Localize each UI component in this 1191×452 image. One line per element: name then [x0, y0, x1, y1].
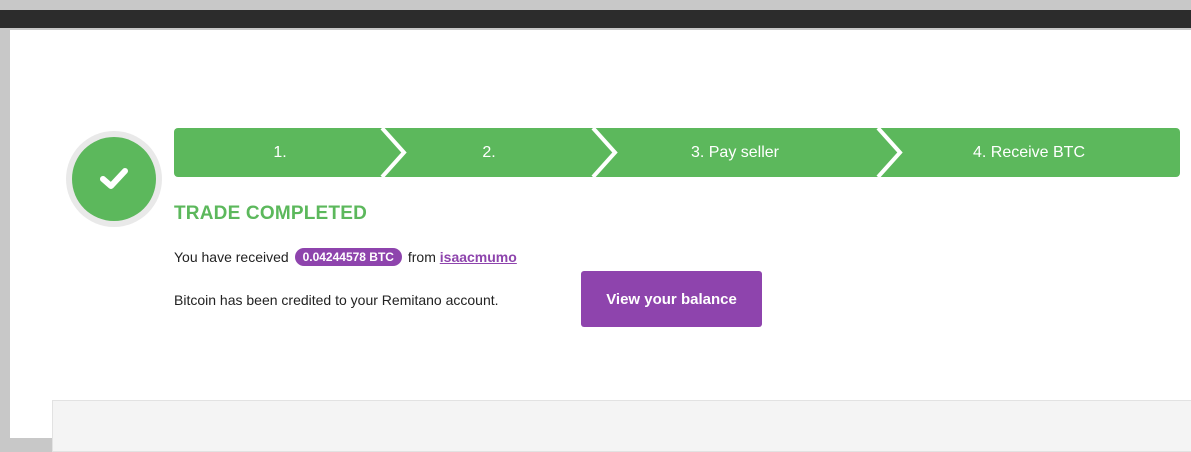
step-4: 4. Receive BTC: [972, 144, 1086, 161]
view-balance-button[interactable]: View your balance: [581, 271, 762, 327]
btc-amount-badge: 0.04244578 BTC: [294, 248, 402, 266]
received-line: You have received 0.04244578 BTC from is…: [174, 248, 517, 266]
check-icon: [100, 168, 128, 189]
received-prefix: You have received: [174, 249, 289, 265]
progress-steps: 1. 2. 3. Pay seller 4. Receive BTC: [174, 128, 1180, 177]
top-bar: [0, 10, 1191, 28]
step-1: 1.: [273, 144, 287, 161]
status-circle: [72, 137, 156, 221]
trade-status-title: TRADE COMPLETED: [174, 203, 367, 224]
credited-text: Bitcoin has been credited to your Remita…: [174, 292, 499, 308]
seller-link[interactable]: isaacmumo: [440, 249, 517, 265]
step-2: 2.: [482, 144, 496, 161]
details-section: [52, 400, 1191, 452]
trade-panel: 1. 2. 3. Pay seller 4. Receive BTC TRADE…: [10, 30, 1191, 452]
status-indicator: [66, 131, 162, 227]
from-label: from: [407, 249, 436, 265]
step-3: 3. Pay seller: [690, 144, 780, 161]
